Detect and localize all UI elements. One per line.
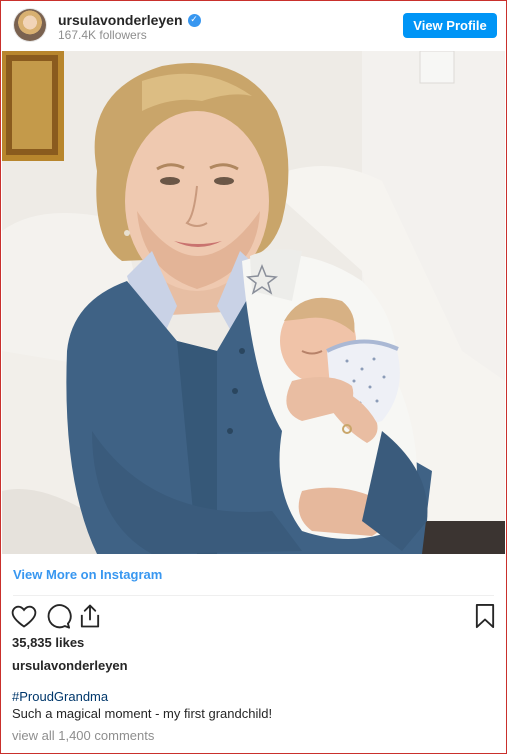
view-profile-button[interactable]: View Profile — [403, 13, 497, 38]
heart-icon[interactable] — [10, 602, 38, 630]
caption-username[interactable]: ursulavonderleyen — [12, 658, 128, 673]
verified-badge-icon: ✓ — [187, 13, 201, 27]
caption-text: Such a magical moment - my first grandch… — [12, 706, 273, 721]
followers-count: 167.4K followers — [58, 28, 147, 42]
post-photo[interactable] — [2, 51, 505, 554]
instagram-embed: ursulavonderleyen ✓ 167.4K followers Vie… — [0, 0, 507, 754]
username-row: ursulavonderleyen ✓ — [58, 12, 201, 28]
hashtag-link[interactable]: #ProudGrandma — [12, 689, 108, 704]
view-more-link[interactable]: View More on Instagram — [13, 567, 162, 582]
divider — [13, 595, 494, 596]
avatar[interactable] — [14, 9, 46, 41]
bookmark-icon[interactable] — [471, 602, 499, 630]
comment-icon[interactable] — [44, 602, 72, 630]
username[interactable]: ursulavonderleyen — [58, 12, 183, 28]
likes-count[interactable]: 35,835 likes — [12, 635, 84, 650]
post-photo-illustration — [2, 51, 505, 554]
view-comments-link[interactable]: view all 1,400 comments — [12, 728, 154, 743]
post-header: ursulavonderleyen ✓ 167.4K followers Vie… — [1, 1, 506, 51]
share-icon[interactable] — [76, 602, 104, 630]
action-bar — [10, 602, 497, 630]
